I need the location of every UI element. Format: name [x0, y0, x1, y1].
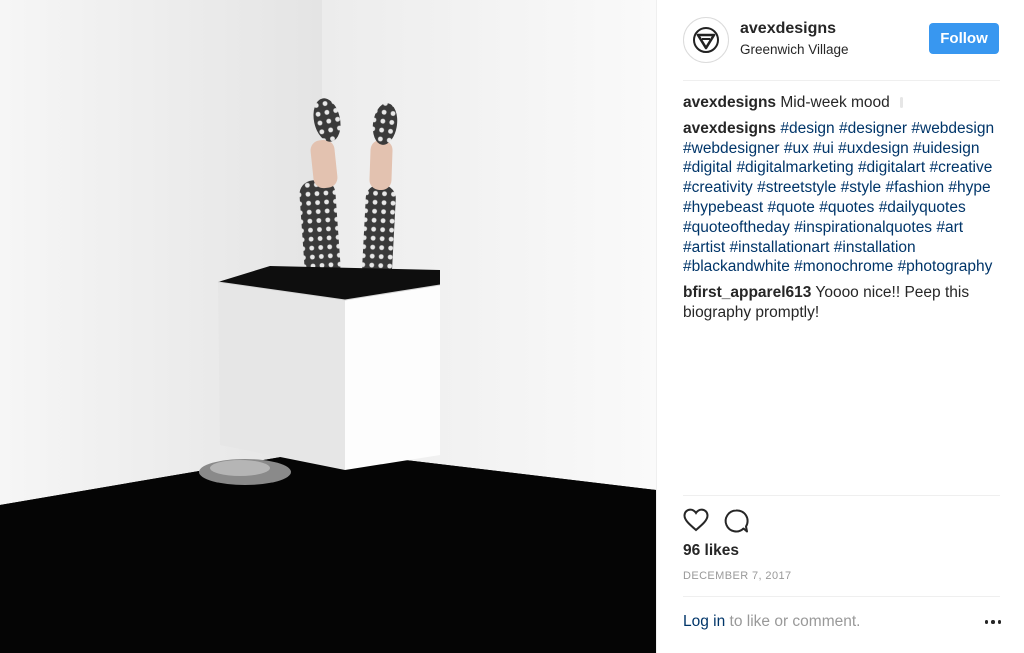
hashtag-link[interactable]: #quotes [819, 199, 874, 216]
hashtag-link[interactable]: #digitalmarketing [736, 159, 853, 176]
hashtag-link[interactable]: #ui [813, 140, 834, 157]
hashtag-link[interactable]: #creativity [683, 179, 753, 196]
comment: bfirst_apparel613 Yoooo nice!! Peep this… [683, 283, 1001, 323]
follow-button[interactable]: Follow [929, 23, 999, 54]
more-options-icon[interactable] [984, 612, 1001, 632]
hashtag-link[interactable]: #blackandwhite [683, 258, 790, 275]
header-divider [683, 80, 1000, 81]
hashtag-link[interactable]: #designer [839, 120, 907, 137]
comment-username[interactable]: avexdesigns [683, 94, 776, 111]
hashtag-link[interactable]: #art [936, 219, 963, 236]
post-side-panel: avexdesigns Greenwich Village Follow ave… [656, 0, 1024, 653]
hashtag-link[interactable]: #digitalart [858, 159, 925, 176]
hashtag-link[interactable]: #webdesign [911, 120, 994, 137]
hashtag-link[interactable]: #uidesign [913, 140, 979, 157]
heart-icon[interactable] [683, 508, 709, 534]
login-link[interactable]: Log in [683, 613, 725, 630]
hashtag-link[interactable]: #hype [948, 179, 990, 196]
comment: avexdesigns #design #designer #webdesign… [683, 119, 1001, 277]
hashtag-link[interactable]: #uxdesign [838, 140, 909, 157]
white-box [217, 266, 441, 470]
post-location[interactable]: Greenwich Village [740, 40, 849, 60]
hashtag-link[interactable]: #quoteoftheday [683, 219, 790, 236]
photo-illustration [0, 0, 656, 653]
likes-count[interactable]: 96 likes [683, 542, 739, 560]
comment-username[interactable]: bfirst_apparel613 [683, 284, 811, 301]
comment-username[interactable]: avexdesigns [683, 120, 776, 137]
comment-text: Mid-week mood [780, 94, 890, 111]
caption-scroll-indicator [899, 97, 903, 108]
comment: avexdesigns Mid-week mood [683, 93, 1001, 113]
hashtag-link[interactable]: #monochrome [794, 258, 893, 275]
hashtag-link[interactable]: #hypebeast [683, 199, 763, 216]
login-prompt: Log in to like or comment. [683, 613, 1001, 631]
actions-divider [683, 495, 1000, 496]
hashtag-link[interactable]: #quote [767, 199, 814, 216]
login-prompt-text: to like or comment. [725, 613, 861, 630]
action-bar [683, 508, 749, 534]
hashtag-link[interactable]: #inspirationalquotes [794, 219, 932, 236]
hashtag-link[interactable]: #installationart [730, 239, 830, 256]
hashtag-link[interactable]: #digital [683, 159, 732, 176]
hashtag-link[interactable]: #photography [898, 258, 993, 275]
post-photo[interactable] [0, 0, 656, 653]
avex-logo-icon[interactable] [683, 17, 729, 63]
hashtag-link[interactable]: #design [780, 120, 834, 137]
hashtag-link[interactable]: #artist [683, 239, 725, 256]
hashtag-link[interactable]: #ux [784, 140, 809, 157]
hashtag-link[interactable]: #streetstyle [757, 179, 836, 196]
footer-divider [683, 596, 1000, 597]
post-username[interactable]: avexdesigns [740, 19, 849, 39]
user-block: avexdesigns Greenwich Village [740, 19, 849, 60]
hashtag-link[interactable]: #installation [834, 239, 916, 256]
post-date: December 7, 2017 [683, 570, 792, 582]
hashtag-link[interactable]: #dailyquotes [879, 199, 966, 216]
hashtag-link[interactable]: #fashion [885, 179, 944, 196]
instagram-post: avexdesigns Greenwich Village Follow ave… [0, 0, 1024, 653]
comment-bubble-icon[interactable] [723, 508, 749, 534]
hashtag-link[interactable]: #creative [929, 159, 992, 176]
hashtag-link[interactable]: #webdesigner [683, 140, 780, 157]
post-header: avexdesigns Greenwich Village Follow [657, 0, 1024, 80]
comments-list: avexdesigns Mid-week mood avexdesigns #de… [683, 93, 1001, 329]
hashtag-link[interactable]: #style [841, 179, 882, 196]
